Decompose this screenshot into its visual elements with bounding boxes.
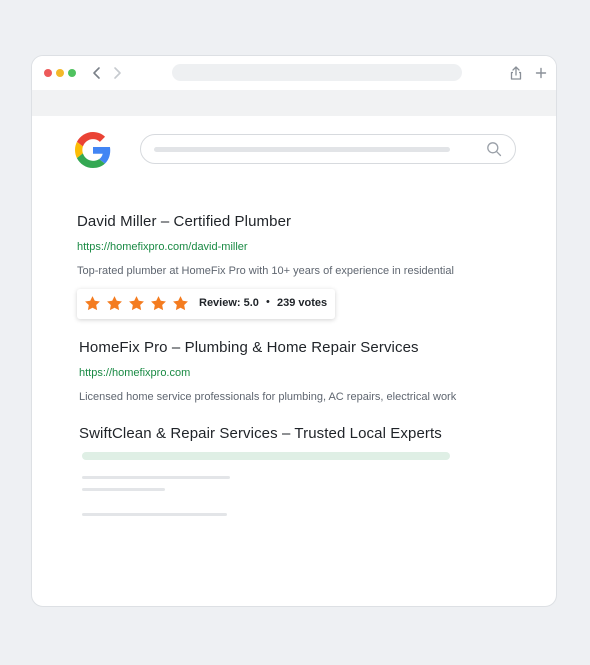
address-bar[interactable] bbox=[172, 64, 462, 81]
result-url-placeholder bbox=[82, 452, 450, 460]
result-snippet-homefix-pro: Licensed home service professionals for … bbox=[79, 391, 457, 403]
search-icon[interactable] bbox=[486, 141, 502, 157]
result-url-homefix-pro[interactable]: https://homefixpro.com bbox=[79, 367, 190, 379]
back-arrow-icon[interactable] bbox=[90, 65, 104, 81]
maximize-window-button[interactable] bbox=[68, 69, 76, 77]
new-tab-icon[interactable] bbox=[534, 65, 548, 81]
forward-arrow-icon[interactable] bbox=[110, 65, 124, 81]
star-icon bbox=[129, 296, 144, 311]
minimize-window-button[interactable] bbox=[56, 69, 64, 77]
result-url-david-miller[interactable]: https://homefixpro.com/david-miller bbox=[77, 241, 248, 253]
review-score: Review: 5.0 bbox=[199, 297, 259, 309]
result-title-swiftclean[interactable]: SwiftClean & Repair Services – Trusted L… bbox=[79, 425, 442, 442]
search-query-placeholder bbox=[154, 147, 450, 152]
google-g-icon[interactable] bbox=[75, 132, 111, 168]
result-title-homefix-pro[interactable]: HomeFix Pro – Plumbing & Home Repair Ser… bbox=[79, 339, 419, 356]
tab-strip bbox=[32, 90, 556, 116]
snippet-placeholder-line bbox=[82, 476, 230, 479]
share-icon[interactable] bbox=[509, 65, 523, 81]
browser-window: David Miller – Certified Plumber https:/… bbox=[31, 55, 557, 607]
star-icon bbox=[173, 296, 188, 311]
vote-count: 239 votes bbox=[277, 297, 328, 309]
star-icon bbox=[85, 296, 100, 311]
star-icon bbox=[107, 296, 122, 311]
browser-titlebar bbox=[32, 56, 556, 90]
snippet-placeholder-line bbox=[82, 488, 165, 491]
star-icon bbox=[151, 296, 166, 311]
rating-card: Review: 5.0 • 239 votes bbox=[77, 289, 335, 319]
rating-separator: • bbox=[266, 296, 270, 308]
result-title-david-miller[interactable]: David Miller – Certified Plumber bbox=[77, 213, 291, 230]
search-input[interactable] bbox=[140, 134, 516, 164]
snippet-placeholder-line bbox=[82, 513, 227, 516]
close-window-button[interactable] bbox=[44, 69, 52, 77]
result-snippet-david-miller: Top-rated plumber at HomeFix Pro with 10… bbox=[77, 265, 454, 277]
